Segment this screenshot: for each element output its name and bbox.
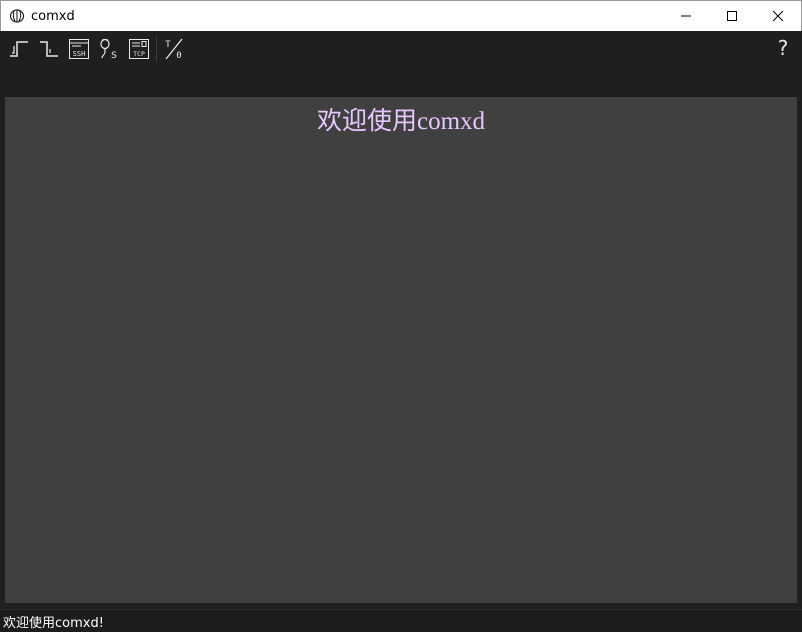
- ssh-label: SSH: [73, 50, 86, 58]
- main-content-area[interactable]: 欢迎使用comxd: [5, 97, 797, 603]
- tcp-terminal-icon: TCP: [129, 38, 149, 59]
- io-top-label: T: [165, 40, 171, 50]
- tcp-button[interactable]: TCP: [126, 36, 152, 62]
- rising-edge-icon: [10, 40, 28, 57]
- io-toggle-button[interactable]: T 0: [161, 36, 187, 62]
- serial-disconnect-button[interactable]: [36, 36, 62, 62]
- maximize-button[interactable]: [709, 1, 755, 31]
- help-button[interactable]: ?: [772, 35, 794, 61]
- toolbar-separator: [156, 35, 157, 62]
- toolbar: SSH S TCP T 0 ?: [0, 31, 802, 66]
- app-window: comxd SSH S TCP T 0 ? 欢迎使用comxd 欢迎使用comx…: [0, 0, 802, 632]
- io-bottom-label: 0: [176, 51, 181, 60]
- plug-s-icon: S: [100, 38, 117, 60]
- title-bar[interactable]: comxd: [0, 0, 802, 31]
- serial-connect-button[interactable]: [6, 36, 32, 62]
- app-logo-icon: [9, 8, 25, 24]
- minimize-button[interactable]: [663, 1, 709, 31]
- io-toggle-icon: T 0: [165, 38, 183, 60]
- welcome-heading: 欢迎使用comxd: [316, 108, 486, 135]
- close-icon: [772, 10, 784, 22]
- tcp-label: TCP: [133, 50, 145, 58]
- minimize-icon: [681, 15, 691, 17]
- maximize-icon: [727, 11, 737, 21]
- telnet-label: S: [111, 51, 117, 60]
- status-message: 欢迎使用comxd!: [3, 615, 104, 631]
- close-button[interactable]: [755, 1, 801, 31]
- window-title: comxd: [31, 8, 75, 24]
- status-bar: 欢迎使用comxd!: [0, 609, 802, 632]
- telnet-button[interactable]: S: [96, 36, 122, 62]
- window-controls: [663, 1, 801, 31]
- falling-edge-icon: [40, 40, 58, 57]
- ssh-button[interactable]: SSH: [66, 36, 92, 62]
- ssh-terminal-icon: SSH: [69, 38, 89, 59]
